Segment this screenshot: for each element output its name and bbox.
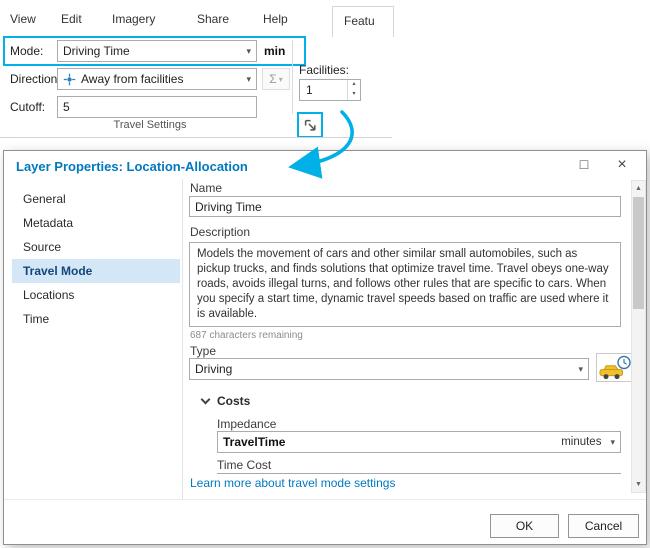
chevron-down-icon	[201, 395, 211, 405]
mode-value: Driving Time	[63, 44, 130, 58]
chevron-down-icon: ▾	[246, 74, 251, 85]
facilities-value: 1	[300, 80, 347, 100]
maximize-button[interactable]: □	[574, 156, 594, 172]
name-label: Name	[190, 181, 222, 195]
mode-dropdown[interactable]: Driving Time ▾	[57, 40, 257, 62]
cutoff-input[interactable]	[57, 96, 257, 118]
group-divider	[292, 40, 293, 114]
nav-item-metadata[interactable]: Metadata	[12, 211, 180, 235]
footer-separator	[4, 499, 646, 500]
mode-label: Mode:	[10, 44, 43, 58]
nav-item-locations[interactable]: Locations	[12, 283, 180, 307]
sigma-icon: Σ	[269, 72, 276, 86]
menu-tab-edit[interactable]: Edit	[61, 12, 82, 26]
travel-settings-group-label: Travel Settings	[25, 119, 275, 131]
mode-unit-label: min	[264, 44, 285, 58]
type-value: Driving	[195, 362, 232, 376]
nav-item-travel-mode[interactable]: Travel Mode	[12, 259, 180, 283]
menu-tab-help[interactable]: Help	[263, 12, 288, 26]
facilities-stepper[interactable]: 1 ▴ ▾	[299, 79, 361, 101]
dialog-title: Layer Properties: Location-Allocation	[16, 159, 248, 174]
cancel-button[interactable]: Cancel	[568, 514, 639, 538]
learn-more-link[interactable]: Learn more about travel mode settings	[190, 476, 395, 490]
chevron-down-icon: ▾	[578, 364, 583, 375]
ribbon-bottom-border	[0, 137, 392, 138]
impedance-unit-value: minutes	[561, 436, 601, 448]
cutoff-label: Cutoff:	[10, 100, 45, 114]
menu-tab-view[interactable]: View	[10, 12, 36, 26]
direction-dropdown[interactable]: Away from facilities ▾	[57, 68, 257, 90]
costs-section-label: Costs	[217, 394, 250, 408]
nav-item-general[interactable]: General	[12, 187, 180, 211]
scroll-up-icon[interactable]: ▲	[632, 182, 645, 195]
accumulate-sigma-button[interactable]: Σ ▾	[262, 68, 290, 90]
direction-value: Away from facilities	[81, 72, 183, 86]
impedance-dropdown[interactable]: TravelTime minutes ▾	[217, 431, 621, 453]
content-scrollbar[interactable]: ▲ ▼	[631, 180, 646, 493]
travel-mode-type-button[interactable]	[596, 353, 634, 382]
stepper-buttons: ▴ ▾	[347, 80, 360, 100]
scrollbar-thumb[interactable]	[633, 197, 644, 309]
time-cost-label: Time Cost	[217, 458, 271, 472]
scroll-down-icon[interactable]: ▼	[632, 478, 645, 491]
description-label: Description	[190, 225, 250, 239]
type-dropdown[interactable]: Driving ▾	[189, 358, 589, 380]
menu-tab-share[interactable]: Share	[197, 12, 229, 26]
impedance-label: Impedance	[217, 417, 276, 431]
spinner-up-icon[interactable]: ▴	[348, 80, 360, 90]
app-screen: View Edit Imagery Share Help Featu Mode:…	[0, 0, 650, 548]
contextual-tab-feature[interactable]: Featu	[332, 6, 394, 37]
characters-remaining: 687 characters remaining	[190, 330, 303, 341]
nav-item-time[interactable]: Time	[12, 307, 180, 331]
car-clock-icon	[598, 355, 632, 381]
dialog-launcher-button[interactable]	[301, 116, 319, 134]
chevron-down-icon: ▾	[279, 75, 283, 84]
direction-label: Direction:	[10, 72, 61, 86]
impedance-value: TravelTime	[223, 435, 285, 449]
facilities-label: Facilities:	[299, 63, 349, 77]
away-from-facilities-icon	[63, 73, 76, 86]
chevron-down-icon: ▾	[610, 437, 615, 448]
ok-button[interactable]: OK	[490, 514, 559, 538]
type-label: Type	[190, 344, 216, 358]
description-textarea[interactable]: Models the movement of cars and other si…	[189, 242, 621, 327]
nav-item-source[interactable]: Source	[12, 235, 180, 259]
menu-tab-imagery[interactable]: Imagery	[112, 12, 155, 26]
costs-section-expander[interactable]: Costs	[202, 394, 250, 408]
clipped-field-edge	[217, 473, 621, 474]
close-button[interactable]: ×	[612, 156, 632, 174]
dialog-launcher-icon	[304, 119, 317, 132]
layer-properties-dialog: Layer Properties: Location-Allocation □ …	[3, 150, 647, 545]
chevron-down-icon: ▾	[246, 46, 251, 57]
nav-content-separator	[182, 179, 183, 499]
spinner-down-icon[interactable]: ▾	[348, 90, 360, 100]
name-input[interactable]	[189, 196, 621, 217]
